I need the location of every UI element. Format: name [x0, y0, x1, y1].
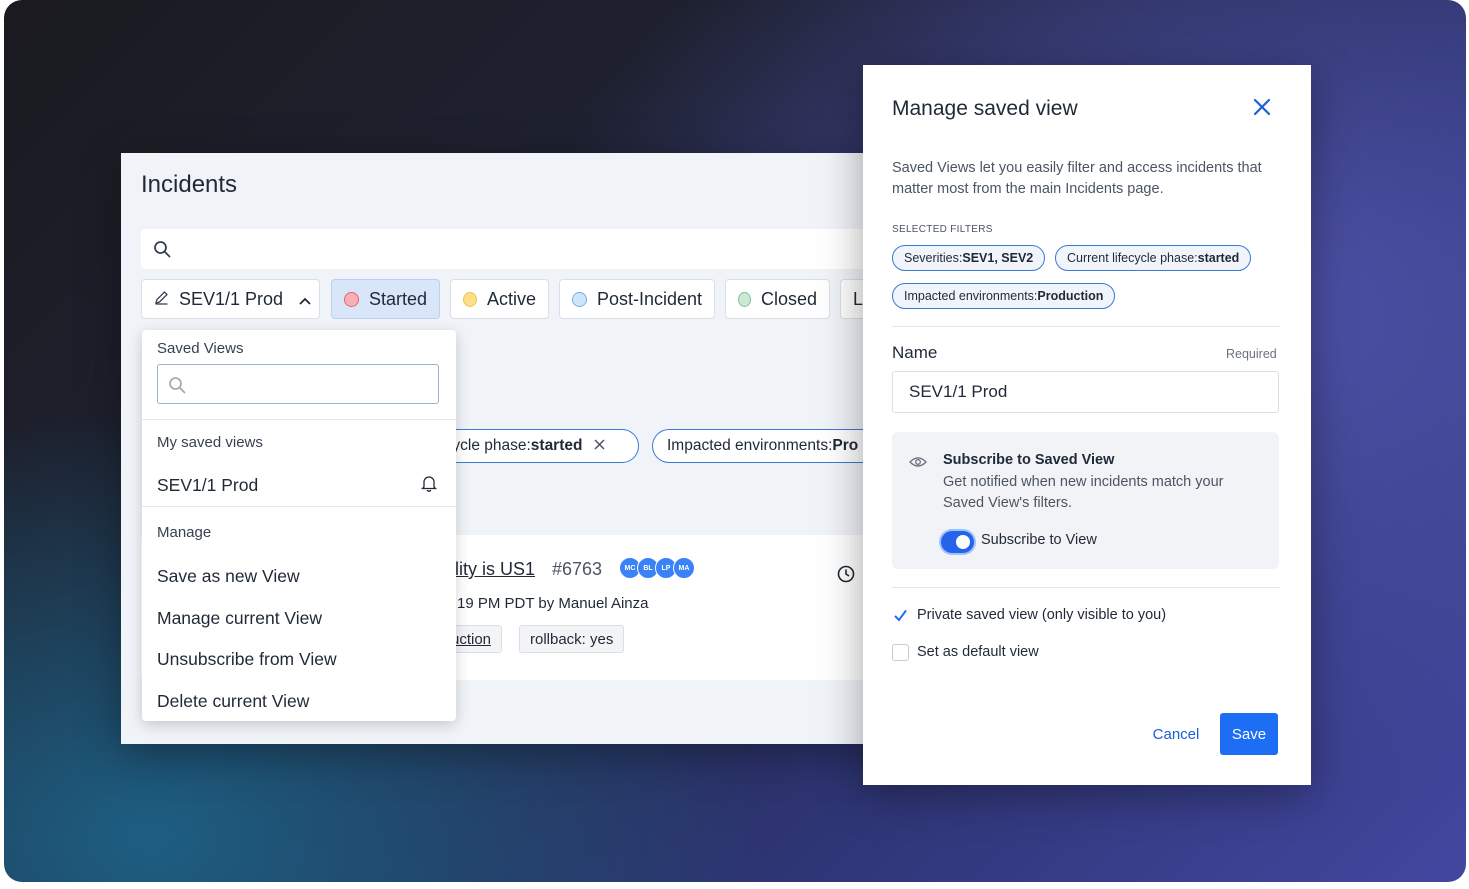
selected-filter-pill: Impacted environments: Production	[892, 283, 1116, 309]
filter-key: Impacted environments:	[904, 289, 1038, 303]
applied-filter-key: Impacted environments:	[667, 437, 833, 454]
subscribe-toggle-label: Subscribe to View	[981, 532, 1097, 548]
saved-view-item[interactable]: SEV1/1 Prod	[157, 475, 258, 496]
filter-chip-label: L	[853, 288, 864, 309]
status-dot-icon	[344, 291, 359, 307]
applied-filter-environments[interactable]: Impacted environments: Pro	[652, 429, 881, 463]
status-dot-icon	[463, 291, 477, 307]
filter-key: Severities:	[904, 251, 963, 265]
private-view-checkbox[interactable]	[892, 607, 909, 624]
incident-meta: 19 PM PDT by Manuel Ainza	[457, 595, 649, 612]
default-view-label: Set as default view	[917, 644, 1039, 660]
page-title: Incidents	[141, 171, 238, 198]
modal-description: Saved Views let you easily filter and ac…	[892, 160, 1262, 197]
filter-chip-label: Closed	[760, 288, 817, 309]
selected-filters-heading: SELECTED FILTERS	[892, 224, 993, 235]
private-view-label: Private saved view (only visible to you)	[917, 607, 1167, 623]
name-label: Name	[892, 343, 938, 362]
close-icon[interactable]	[1252, 97, 1272, 117]
filter-key: Current lifecycle phase:	[1067, 251, 1198, 265]
my-saved-views-heading: My saved views	[157, 434, 263, 451]
subscribe-description: Get notified when new incidents match yo…	[943, 474, 1224, 511]
selected-filter-pill: Current lifecycle phase: started	[1055, 245, 1252, 271]
subscribe-title: Subscribe to Saved View	[943, 452, 1115, 468]
pencil-icon	[154, 289, 169, 310]
default-view-checkbox[interactable]	[892, 644, 909, 661]
incident-number: #6763	[552, 559, 603, 579]
toggle-knob	[956, 535, 970, 549]
incident-search-input[interactable]	[141, 229, 881, 269]
avatar: MA	[673, 557, 695, 579]
filter-chip-label: Started	[368, 288, 427, 309]
filter-chip-label: Active	[486, 288, 536, 309]
filter-value: started	[1197, 251, 1240, 265]
selected-filter-pill: Severities: SEV1, SEV2	[892, 245, 1046, 271]
incident-label: rollback: yes	[519, 625, 625, 653]
status-dot-icon	[738, 291, 751, 307]
close-icon[interactable]	[594, 437, 605, 455]
divider	[892, 587, 1280, 588]
filter-value: Production	[1037, 289, 1104, 303]
saved-views-dropdown: Saved Views My saved views SEV1/1 Prod M…	[142, 330, 456, 721]
filter-value: SEV1, SEV2	[962, 251, 1034, 265]
search-icon	[168, 376, 186, 399]
eye-icon	[909, 455, 927, 473]
filter-chip-started[interactable]: Started	[331, 279, 440, 319]
divider	[142, 506, 456, 507]
manage-current-view-item[interactable]: Manage current View	[157, 608, 322, 629]
divider	[892, 326, 1280, 327]
manage-heading: Manage	[157, 524, 212, 541]
dropdown-header: Saved Views	[157, 340, 244, 357]
unsubscribe-view-item[interactable]: Unsubscribe from View	[157, 649, 337, 670]
subscribe-panel: Subscribe to Saved View Get notified whe…	[892, 432, 1279, 569]
required-label: Required	[1226, 347, 1277, 361]
filter-chip-label: Post-Incident	[596, 288, 702, 309]
manage-saved-view-modal: Manage saved view Saved Views let you ea…	[863, 65, 1311, 785]
saved-view-chip[interactable]: SEV1/1 Prod	[141, 279, 320, 319]
delete-current-view-item[interactable]: Delete current View	[157, 691, 309, 712]
modal-title: Manage saved view	[892, 97, 1078, 120]
saved-views-search-input[interactable]	[157, 364, 439, 404]
subscribe-toggle[interactable]	[941, 531, 974, 553]
name-input[interactable]: SEV1/1 Prod	[892, 371, 1279, 413]
background-stage: Incidents SEV1/1 Prod Started Active Pos…	[4, 0, 1466, 882]
filter-chip-closed[interactable]: Closed	[725, 279, 830, 319]
cancel-button[interactable]: Cancel	[1139, 713, 1213, 755]
save-button[interactable]: Save	[1220, 713, 1278, 755]
filter-chip-post-incident[interactable]: Post-Incident	[559, 279, 715, 319]
search-icon	[153, 240, 171, 263]
saved-view-chip-label: SEV1/1 Prod	[179, 288, 284, 309]
applied-filter-value: started	[530, 437, 583, 454]
status-dot-icon	[572, 291, 587, 307]
assignee-avatars: MC BL LP MA	[619, 557, 695, 579]
chevron-up-icon	[299, 289, 311, 310]
divider	[142, 419, 456, 420]
incident-title-link[interactable]: ility is US1	[451, 559, 535, 580]
applied-filter-value: Pro	[832, 437, 859, 454]
filter-chip-active[interactable]: Active	[450, 279, 549, 319]
clock-icon	[837, 565, 855, 588]
save-as-new-view-item[interactable]: Save as new View	[157, 566, 300, 587]
bell-icon[interactable]	[420, 474, 438, 497]
